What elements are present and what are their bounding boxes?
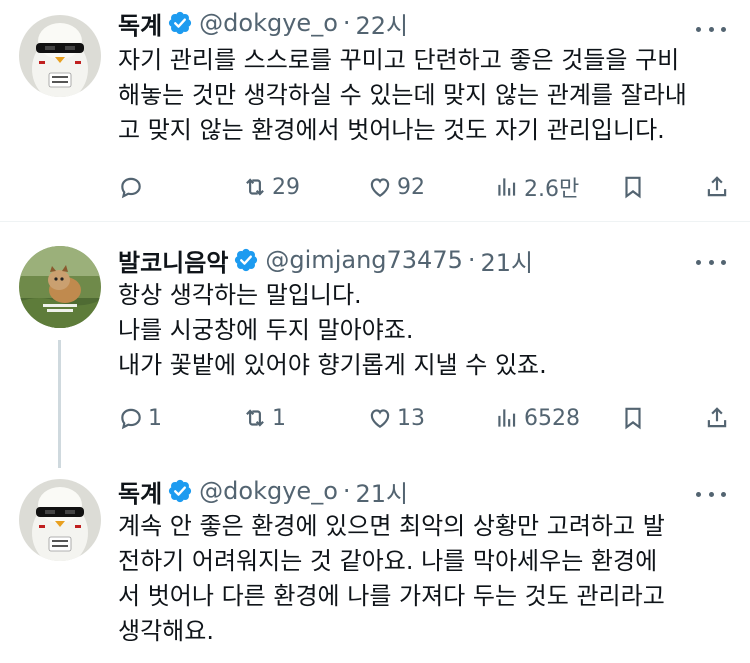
bookmark-button[interactable] <box>620 402 650 434</box>
tweet-text-line: 고 맞지 않는 환경에서 벗어나는 것도 자기 관리입니다. <box>118 116 665 144</box>
tweet-text-line: 내가 꽃밭에 있어야 향기롭게 지낼 수 있죠. <box>118 351 547 379</box>
views-button[interactable]: 6528 <box>494 402 580 434</box>
tweet-header: 발코니음악 @gimjang73475 · 21시 <box>118 243 533 277</box>
bookmark-icon <box>625 407 641 430</box>
timestamp[interactable]: 21시 <box>356 474 409 509</box>
bookmark-icon <box>625 176 641 199</box>
analytics-icon <box>498 178 516 196</box>
share-button[interactable] <box>704 402 734 434</box>
retweet-button[interactable]: 1 <box>242 402 286 434</box>
reply-button[interactable]: 1 <box>118 402 162 434</box>
heart-icon <box>370 178 390 197</box>
share-icon <box>707 176 727 197</box>
tweet-text-line: 해놓는 것만 생각하실 수 있는데 맞지 않는 관계를 잘라내 <box>118 81 687 109</box>
display-name[interactable]: 발코니음악 <box>118 243 228 278</box>
action-bar: 29 92 2.6만 <box>118 171 730 203</box>
retweet-icon <box>246 409 264 427</box>
display-name[interactable]: 독계 <box>118 6 162 41</box>
verified-badge-icon <box>167 10 193 36</box>
timestamp[interactable]: 21시 <box>481 243 534 278</box>
tweet-text-line: 항상 생각하는 말입니다. <box>118 281 362 309</box>
share-button[interactable] <box>704 171 734 203</box>
tweet-text: 항상 생각하는 말입니다. 나를 시궁창에 두지 말아야죠. 내가 꽃밭에 있어… <box>118 278 728 383</box>
separator-dot: · <box>342 9 351 37</box>
tweet-header: 독계 @dokgye_o · 21시 <box>118 474 408 508</box>
retweet-count: 29 <box>272 174 300 200</box>
tweet-text-line: 전하기 어려워지는 것 같아요. 나를 막아세우는 환경에 <box>118 547 658 575</box>
avatar-balcony-music[interactable] <box>19 246 101 328</box>
view-count: 2.6만 <box>524 177 580 202</box>
heart-icon <box>370 409 390 428</box>
user-handle[interactable]: @gimjang73475 <box>265 246 462 274</box>
views-button[interactable]: 2.6만 <box>494 171 579 203</box>
separator-dot: · <box>342 477 351 505</box>
tweet-text-line: 나를 시궁창에 두지 말아야죠. <box>118 316 414 344</box>
tweet-text: 자기 관리를 스스로를 꾸미고 단련하고 좋은 것들을 구비 해놓는 것만 생각… <box>118 43 728 148</box>
reply-button[interactable] <box>118 171 148 203</box>
like-button[interactable]: 13 <box>367 402 425 434</box>
avatar-dokgye[interactable] <box>19 479 101 561</box>
like-count: 92 <box>397 174 425 200</box>
analytics-icon <box>498 409 516 427</box>
display-name[interactable]: 독계 <box>118 474 162 509</box>
more-options-icon[interactable] <box>696 252 726 272</box>
tweet-1[interactable]: 독계 @dokgye_o · 22시 자기 관리를 스스로를 꾸미고 단련하고 … <box>0 0 750 221</box>
separator-dot: · <box>467 246 476 274</box>
view-count: 6528 <box>524 405 580 431</box>
retweet-button[interactable]: 29 <box>242 171 300 203</box>
tweet-text-line: 자기 관리를 스스로를 꾸미고 단련하고 좋은 것들을 구비 <box>118 46 680 74</box>
timestamp[interactable]: 22시 <box>356 6 409 41</box>
like-count: 13 <box>397 405 425 431</box>
action-bar: 1 1 13 6528 <box>118 402 730 434</box>
like-button[interactable]: 92 <box>367 171 425 203</box>
retweet-icon <box>246 178 264 196</box>
bookmark-button[interactable] <box>620 171 650 203</box>
tweet-header: 독계 @dokgye_o · 22시 <box>118 6 408 40</box>
tweet-text-line: 계속 안 좋은 환경에 있으면 최악의 상황만 고려하고 발 <box>118 512 665 540</box>
tweet-text-line: 생각해요. <box>118 617 214 645</box>
reply-icon <box>121 408 141 430</box>
verified-badge-icon <box>167 478 193 504</box>
tweet-text: 계속 안 좋은 환경에 있으면 최악의 상황만 고려하고 발 전하기 어려워지는… <box>118 509 728 649</box>
avatar-dokgye[interactable] <box>19 15 101 97</box>
more-options-icon[interactable] <box>696 484 726 504</box>
thread-connector-line <box>58 340 61 468</box>
more-options-icon[interactable] <box>696 19 726 39</box>
user-handle[interactable]: @dokgye_o <box>199 477 338 505</box>
tweet-3[interactable]: 독계 @dokgye_o · 21시 계속 안 좋은 환경에 있으면 최악의 상… <box>0 467 750 663</box>
retweet-count: 1 <box>272 405 286 431</box>
reply-count: 1 <box>148 405 162 431</box>
user-handle[interactable]: @dokgye_o <box>199 9 338 37</box>
share-icon <box>707 407 727 428</box>
tweet-2[interactable]: 발코니음악 @gimjang73475 · 21시 항상 생각하는 말입니다. … <box>0 222 750 467</box>
reply-icon <box>121 177 141 199</box>
verified-badge-icon <box>233 247 259 273</box>
tweet-text-line: 서 벗어나 다른 환경에 나를 가져다 두는 것도 관리라고 <box>118 582 665 610</box>
